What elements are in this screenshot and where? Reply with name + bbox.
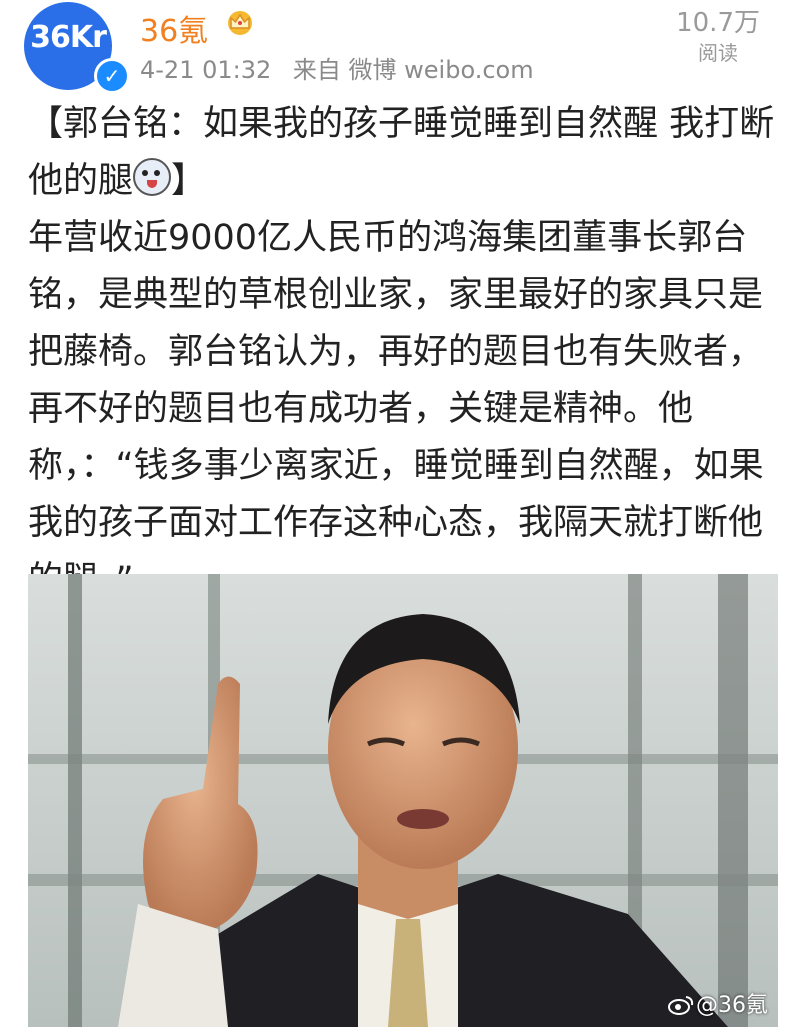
shocked-emoji-icon	[133, 158, 172, 196]
post-text: 【郭台铭：如果我的孩子睡觉睡到自然醒 我打断他的腿】 年营收近9000亿人民币的…	[28, 96, 782, 609]
watermark-text: @36氪	[696, 993, 768, 1018]
view-count-value: 10.7万	[676, 8, 760, 38]
post-meta: 4-21 01:32 来自 微博 weibo.com	[140, 50, 548, 85]
view-count-label: 阅读	[698, 41, 739, 65]
weibo-icon	[668, 996, 694, 1015]
author-name[interactable]: 36氪	[140, 6, 208, 50]
post-time: 4-21 01:32	[140, 56, 272, 84]
avatar-logo-text: 36Kr	[30, 20, 107, 55]
crown-icon	[228, 11, 252, 35]
avatar[interactable]: 36Kr ✓	[24, 2, 130, 94]
post-body: 年营收近9000亿人民币的鸿海集团董事长郭台铭，是典型的草根创业家，家里最好的家…	[28, 218, 764, 600]
post-source: 来自 微博 weibo.com	[292, 56, 534, 84]
post-header: 36Kr ✓ 36氪 4-21 01:32 来自 微博 weibo.com 10…	[0, 0, 806, 95]
image-watermark: @36氪	[668, 987, 768, 1019]
post-title-end: 】	[171, 161, 207, 201]
view-count: 10.7万 阅读	[676, 2, 760, 66]
post-image[interactable]: @36氪	[28, 574, 778, 1027]
man-pointing-photo	[28, 574, 778, 1027]
verified-check-icon: ✓	[94, 58, 130, 94]
